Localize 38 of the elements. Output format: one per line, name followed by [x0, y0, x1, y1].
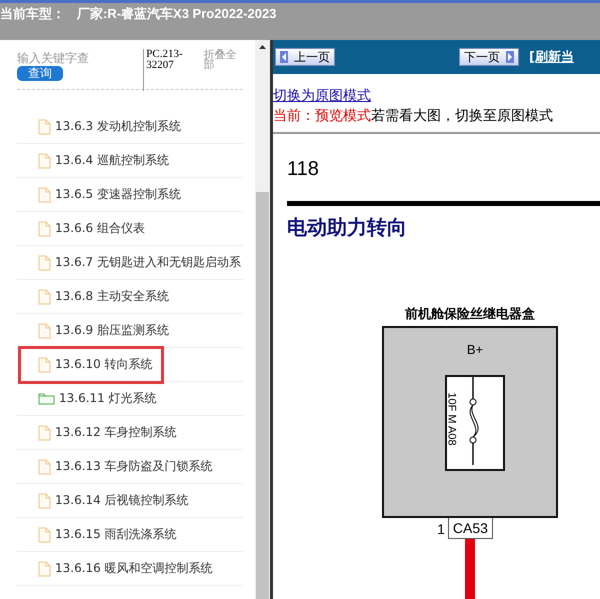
document-icon [38, 186, 51, 202]
search-field[interactable]: 输入关键字查 [17, 50, 109, 66]
document-icon [38, 424, 51, 440]
document-icon [38, 492, 51, 508]
tree-item[interactable]: 13.6.10 转向系统 [18, 346, 164, 384]
right-arrow-icon [506, 51, 514, 63]
folder-icon [38, 392, 55, 405]
model-label: 当前车型： [0, 5, 65, 23]
document-icon [38, 254, 51, 270]
next-page-button[interactable]: 下一页 [459, 48, 519, 66]
document-icon [38, 118, 51, 134]
refresh-link[interactable]: [刷新当 [529, 48, 574, 66]
model-value: 厂家:R-睿蓝汽车X3 Pro2022-2023 [77, 5, 276, 23]
fuse-label: 10F M A08 [446, 392, 458, 446]
document-icon [38, 322, 51, 338]
mode-status: 当前：预览模式 [273, 108, 371, 124]
terminal-label: B+ [466, 342, 484, 357]
original-mode-link[interactable]: 切换为原图模式 [273, 88, 371, 104]
document-icon [38, 152, 51, 168]
previous-page-button[interactable]: 上一页 [275, 48, 335, 66]
mode-hint: 若需看大图，切换至原图模式 [371, 108, 553, 124]
document-icon [38, 560, 51, 576]
page-number: 118 [287, 158, 320, 181]
left-arrow-icon [280, 51, 288, 63]
wire [465, 539, 475, 599]
pin-number: 1 [437, 520, 445, 536]
scrollbar[interactable] [255, 40, 270, 599]
document-icon [38, 458, 51, 474]
search-button[interactable]: 查询 [17, 66, 63, 81]
scroll-thumb[interactable] [256, 192, 269, 599]
document-icon [38, 526, 51, 542]
section-heading: 电动助力转向 [287, 216, 408, 241]
connector-label: CA53 [448, 518, 493, 539]
fuse-box-title: 前机舱保险丝继电器盒 [405, 305, 535, 323]
document-icon [38, 356, 51, 372]
document-code: PC.213-32207 [143, 49, 204, 91]
document-icon [38, 288, 51, 304]
document-icon [38, 220, 51, 236]
